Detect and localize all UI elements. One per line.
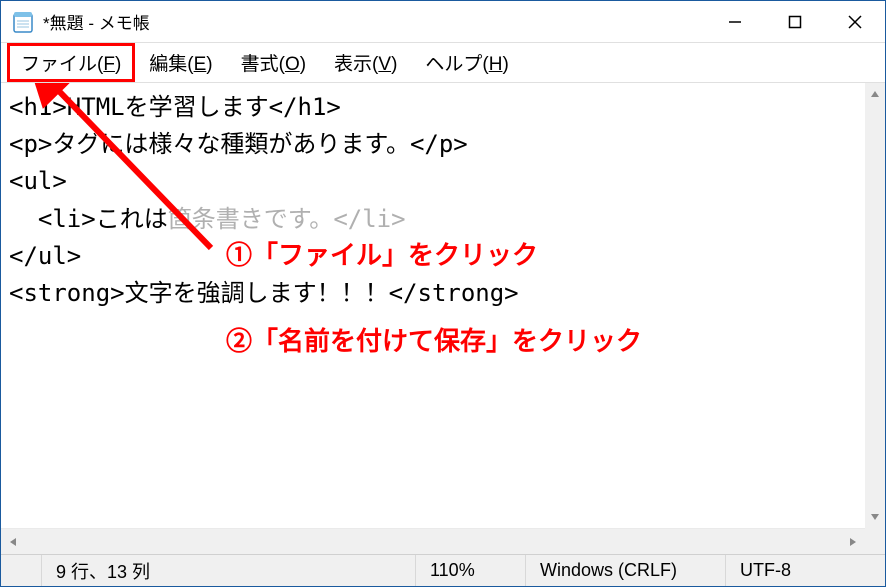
- menu-edit[interactable]: 編集(E): [135, 43, 226, 82]
- status-line-ending: Windows (CRLF): [525, 555, 725, 586]
- status-zoom: 110%: [415, 555, 525, 586]
- menu-help-close: ): [502, 54, 508, 75]
- menu-file[interactable]: ファイル(F): [7, 43, 135, 82]
- scroll-right-icon[interactable]: [841, 529, 865, 554]
- scrollbar-corner: [865, 528, 885, 554]
- menu-edit-close: ): [206, 54, 212, 75]
- editor-line: <p>タグには様々な種類があります。</p>: [9, 126, 877, 163]
- scroll-left-icon[interactable]: [1, 529, 25, 554]
- editor-line: <h1>HTMLを学習します</h1>: [9, 89, 877, 126]
- status-bar: 9 行、13 列 110% Windows (CRLF) UTF-8: [1, 554, 885, 586]
- menu-help-label: ヘルプ(: [425, 54, 488, 75]
- menu-help[interactable]: ヘルプ(H): [411, 43, 522, 82]
- menu-format-close: ): [300, 54, 306, 75]
- title-bar: *無題 - メモ帳: [1, 1, 885, 43]
- window-controls: [705, 1, 885, 42]
- editor-line: <li>これは箇条書きです。</li>: [9, 201, 877, 238]
- vertical-scrollbar[interactable]: [865, 83, 885, 528]
- menu-bar: ファイル(F) 編集(E) 書式(O) 表示(V) ヘルプ(H): [1, 43, 885, 83]
- menu-view[interactable]: 表示(V): [320, 43, 411, 82]
- scroll-down-icon[interactable]: [865, 506, 885, 528]
- menu-view-close: ): [391, 54, 397, 75]
- menu-file-key: F: [103, 54, 115, 75]
- editor-line: <strong>文字を強調します！！！</strong>: [9, 275, 877, 312]
- menu-format-label: 書式(: [241, 54, 285, 75]
- notepad-icon: [11, 10, 35, 34]
- menu-file-label: ファイル(: [21, 54, 103, 75]
- menu-edit-label: 編集(: [149, 54, 193, 75]
- menu-help-key: H: [489, 54, 503, 75]
- window-title: *無題 - メモ帳: [43, 9, 705, 34]
- close-button[interactable]: [825, 1, 885, 42]
- minimize-button[interactable]: [705, 1, 765, 42]
- status-cursor-position: 9 行、13 列: [41, 555, 415, 586]
- horizontal-scrollbar[interactable]: [1, 528, 865, 554]
- menu-view-label: 表示(: [334, 54, 378, 75]
- menu-file-close: ): [115, 54, 121, 75]
- status-spacer: [1, 555, 41, 586]
- menu-format[interactable]: 書式(O): [227, 43, 320, 82]
- menu-view-key: V: [378, 54, 391, 75]
- content-area: <h1>HTMLを学習します</h1> <p>タグには様々な種類があります。</…: [1, 83, 885, 554]
- editor-line: </ul>: [9, 238, 877, 275]
- scroll-up-icon[interactable]: [865, 83, 885, 105]
- text-editor[interactable]: <h1>HTMLを学習します</h1> <p>タグには様々な種類があります。</…: [1, 83, 885, 414]
- maximize-button[interactable]: [765, 1, 825, 42]
- menu-format-key: O: [285, 54, 300, 75]
- editor-line: <ul>: [9, 163, 877, 200]
- status-encoding: UTF-8: [725, 555, 885, 586]
- menu-edit-key: E: [194, 54, 207, 75]
